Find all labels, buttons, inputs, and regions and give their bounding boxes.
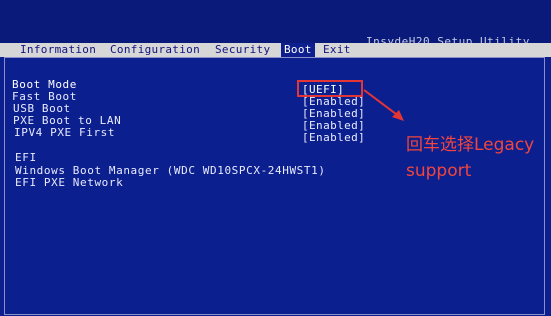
- annotation-callout: 回车选择Legacy support: [406, 132, 534, 184]
- annotation-line2: support: [406, 161, 472, 181]
- annotation-line1: 回车选择Legacy: [406, 135, 535, 155]
